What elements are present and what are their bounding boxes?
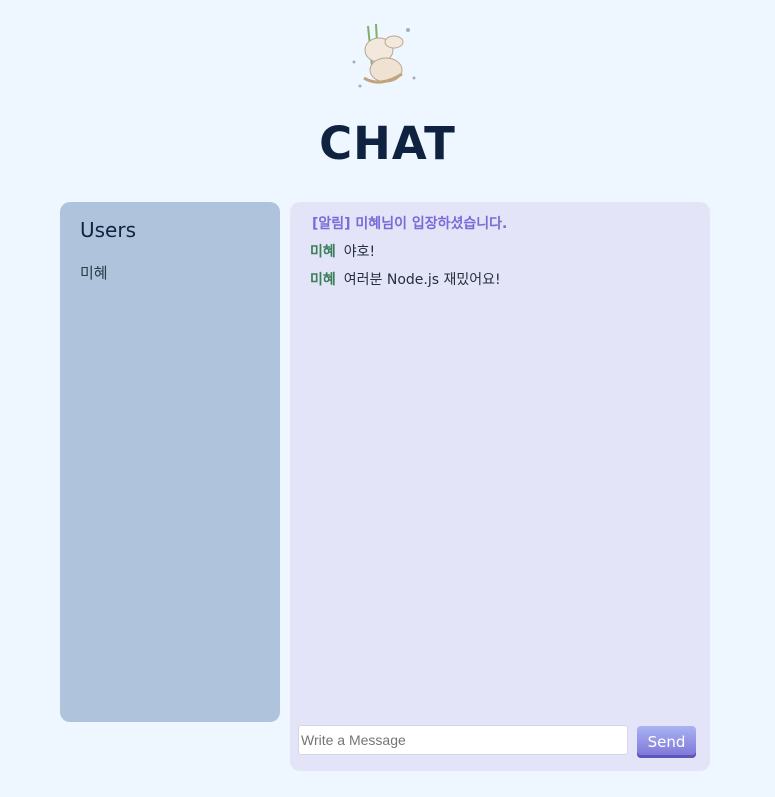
message-sender: 미혜 — [310, 244, 336, 260]
message-input-row: Send — [298, 725, 698, 759]
send-button[interactable]: Send — [637, 726, 696, 758]
logo-illustration — [346, 22, 422, 94]
users-panel: Users 미혜 — [60, 202, 280, 722]
user-list: 미혜 — [80, 262, 108, 284]
message-list: [알림] 미혜님이 입장하셨습니다. 미혜 야호! 미혜 여러분 Node.js 재… — [310, 214, 694, 298]
message-input[interactable] — [298, 725, 628, 755]
chat-panel: [알림] 미혜님이 입장하셨습니다. 미혜 야호! 미혜 여러분 Node.js 재… — [290, 202, 710, 771]
message-sender: 미혜 — [310, 272, 336, 288]
page-title: CHAT — [319, 117, 456, 170]
chat-message: 미혜 여러분 Node.js 재밌어요! — [310, 270, 694, 290]
user-item: 미혜 — [80, 264, 108, 282]
message-text: 야호! — [343, 244, 376, 260]
users-heading: Users — [80, 218, 137, 242]
system-notice: [알림] 미혜님이 입장하셨습니다. — [312, 216, 508, 232]
chat-message: 미혜 야호! — [310, 242, 694, 262]
message-text: 여러분 Node.js 재밌어요! — [343, 272, 501, 288]
